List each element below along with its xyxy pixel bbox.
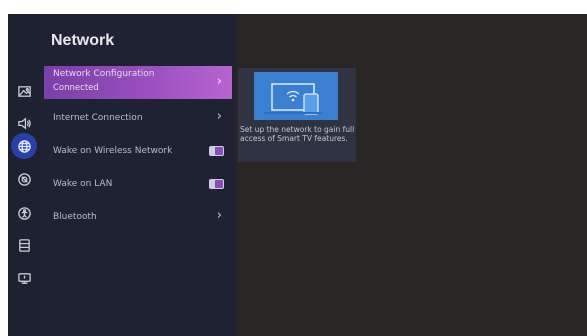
chevron-right-icon: › — [216, 109, 222, 124]
info-description: Set up the network to gain full access o… — [240, 125, 355, 143]
device-icon[interactable] — [10, 264, 38, 292]
menu-item-label: Wake on LAN — [53, 179, 113, 189]
page-title: Network — [51, 32, 115, 49]
chevron-right-icon: › — [216, 208, 222, 223]
menu-item-internet-connection[interactable]: Internet Connection › — [44, 103, 232, 133]
tv-wifi-icon — [264, 83, 322, 115]
toggle-knob — [215, 180, 223, 188]
settings-category-rail — [8, 14, 40, 336]
menu-item-bluetooth[interactable]: Bluetooth › — [44, 202, 232, 232]
toggle-knob — [215, 147, 223, 155]
tv-wifi-illustration — [254, 72, 338, 120]
chevron-right-icon: › — [216, 74, 222, 89]
menu-item-wake-on-lan[interactable]: Wake on LAN — [44, 169, 232, 199]
menu-item-label: Internet Connection — [53, 113, 143, 123]
wake-on-lan-toggle[interactable] — [209, 179, 224, 189]
menu-item-label: Bluetooth — [53, 212, 97, 222]
menu-item-label: Network Configuration — [53, 69, 155, 79]
picture-icon[interactable] — [10, 77, 38, 105]
tv-settings-screen: Network Network Configuration Connected … — [8, 14, 587, 336]
menu-item-status: Connected — [53, 83, 99, 93]
network-info-card: Set up the network to gain full access o… — [238, 68, 356, 162]
menu-item-network-configuration[interactable]: Network Configuration Connected › — [44, 66, 232, 99]
support-icon[interactable] — [10, 231, 38, 259]
network-icon[interactable] — [11, 133, 37, 159]
general-icon[interactable] — [10, 165, 38, 193]
accessibility-icon[interactable] — [10, 199, 38, 227]
network-menu-panel: Network Network Configuration Connected … — [40, 14, 236, 336]
menu-item-wake-on-wireless-network[interactable]: Wake on Wireless Network — [44, 136, 232, 166]
wake-on-wireless-toggle[interactable] — [209, 146, 224, 156]
menu-item-label: Wake on Wireless Network — [53, 146, 173, 156]
